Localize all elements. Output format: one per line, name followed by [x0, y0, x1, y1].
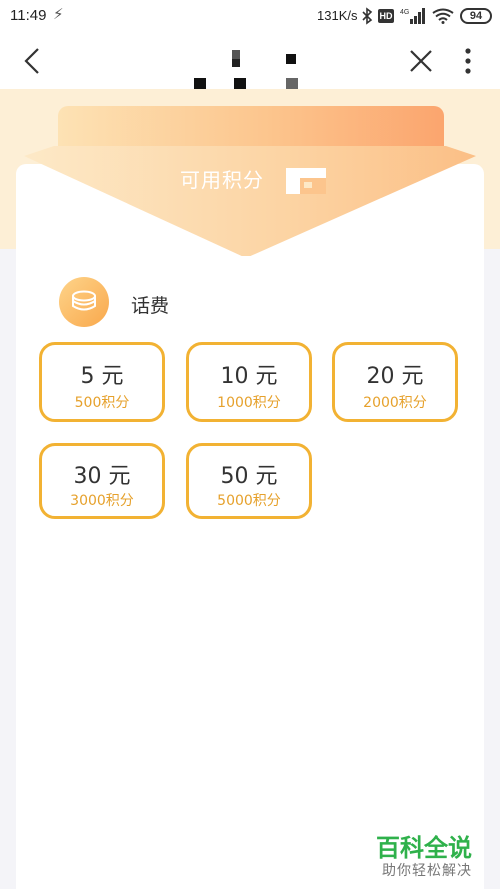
option-amount: 20 元 [366, 364, 424, 389]
option-points: 1000积分 [217, 395, 281, 411]
coins-icon [59, 277, 109, 327]
watermark-title: 百科全说 [376, 834, 472, 862]
option-amount: 30 元 [73, 464, 131, 489]
option-points: 2000积分 [363, 395, 427, 411]
network-speed: 131K/s [317, 8, 358, 23]
signal-icon: 4G [400, 8, 425, 24]
battery-icon: 94 [460, 8, 492, 24]
watermark-subtitle: 助你轻松解决 [382, 863, 472, 879]
close-icon[interactable] [408, 48, 434, 74]
watermark: 百科全说 助你轻松解决 [376, 828, 488, 882]
flash-icon: ⚡ [53, 5, 64, 23]
envelope-flap [24, 146, 476, 256]
hd-badge: HD [378, 9, 394, 23]
status-time: 11:49 [10, 7, 47, 24]
category-label: 话费 [131, 295, 170, 317]
option-5-yuan[interactable]: 5 元 500积分 [39, 342, 165, 422]
option-30-yuan[interactable]: 30 元 3000积分 [39, 443, 165, 519]
bluetooth-icon [362, 7, 373, 25]
svg-text:4G: 4G [400, 9, 409, 16]
back-icon[interactable] [20, 46, 44, 76]
option-amount: 10 元 [220, 364, 278, 389]
wifi-icon [432, 8, 454, 24]
option-50-yuan[interactable]: 50 元 5000积分 [186, 443, 312, 519]
more-icon[interactable] [458, 46, 478, 76]
option-points: 3000积分 [70, 493, 134, 509]
option-amount: 50 元 [220, 464, 278, 489]
option-10-yuan[interactable]: 10 元 1000积分 [186, 342, 312, 422]
points-value-redacted [286, 168, 326, 194]
nav-bar [0, 34, 500, 90]
page-title-redacted [190, 48, 310, 90]
option-amount: 5 元 [80, 364, 124, 389]
content-card [16, 164, 484, 889]
points-label: 可用积分 [180, 168, 264, 192]
status-bar: 11:49 ⚡ 131K/s HD 4G 94 [0, 0, 500, 34]
option-points: 500积分 [74, 395, 130, 411]
option-points: 5000积分 [217, 493, 281, 509]
option-20-yuan[interactable]: 20 元 2000积分 [332, 342, 458, 422]
